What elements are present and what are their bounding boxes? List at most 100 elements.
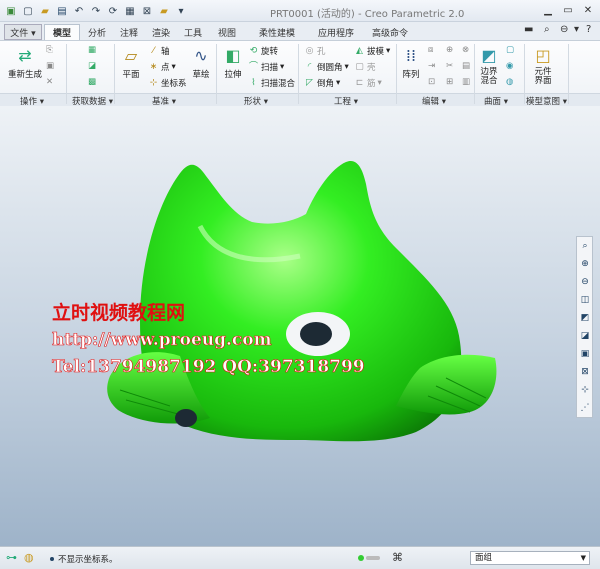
tab-tools[interactable]: 工具 [178, 24, 208, 40]
minimize-button[interactable]: ▁ [538, 3, 558, 18]
maximize-button[interactable]: ▭ [558, 3, 578, 18]
axis-button[interactable]: ⁄ 轴 [148, 45, 170, 58]
view-manager-icon[interactable]: ▣ [579, 348, 591, 360]
group-divider [568, 44, 569, 104]
search-icon[interactable]: ⌕ [544, 24, 550, 35]
close-button[interactable]: ✕ [578, 3, 598, 18]
refit-icon[interactable]: ⌕ [579, 240, 591, 252]
extrude-button[interactable]: ◧ 拉伸 [222, 44, 244, 81]
undo-icon[interactable]: ↶ [72, 4, 86, 18]
plane-button[interactable]: ▱ 平面 [120, 44, 142, 81]
folder-icon[interactable]: ▰ [157, 4, 171, 18]
customize-toolbar-icon[interactable]: ▾ [174, 4, 188, 18]
delete-icon[interactable]: ✕ [46, 77, 53, 87]
tab-analysis[interactable]: 分析 [82, 24, 112, 40]
app-icon[interactable]: ▣ [4, 4, 18, 18]
thicken-icon[interactable]: ▤ [462, 61, 470, 71]
point-label: 点 [161, 63, 170, 73]
display-style-icon[interactable]: ◩ [579, 312, 591, 324]
tab-model[interactable]: 模型 [44, 24, 80, 40]
3d-model[interactable] [0, 106, 600, 546]
ribbon-group-labels: 操作 ▾ 获取数据 ▾ 基准 ▾ 形状 ▾ 工程 ▾ 编辑 ▾ 曲面 ▾ 模型意… [0, 93, 600, 107]
model-tree-toggle-icon[interactable]: ⊶ [6, 551, 17, 564]
boundary-blend-button[interactable]: ◩ 边界 混合 [478, 44, 500, 86]
shell-button[interactable]: ▢ 壳 [354, 61, 375, 74]
chevron-down-icon: ▼ [580, 554, 586, 562]
title-bar: ▣ ▢ ▰ ▤ ↶ ↷ ⟳ ▦ ⊠ ▰ ▾ PRT0001 (活动的) - Cr… [0, 0, 600, 22]
zoom-out-icon[interactable]: ⊖ [579, 276, 591, 288]
hole-label: 孔 [317, 47, 326, 57]
csys-button[interactable]: ⊹ 坐标系 [148, 77, 187, 90]
paste-icon[interactable]: ▣ [46, 61, 54, 71]
saved-orientations-icon[interactable]: ◪ [579, 330, 591, 342]
round-button[interactable]: ◜ 倒圆角 ▾ [304, 61, 349, 74]
datum-display-icon[interactable]: ⊹ [579, 384, 591, 396]
group-divider [114, 44, 115, 104]
sketch-button[interactable]: ∿ 草绘 [190, 44, 212, 81]
tab-applications[interactable]: 应用程序 [310, 24, 362, 40]
solidify-icon[interactable]: ▥ [462, 77, 470, 87]
draft-icon: ◭ [356, 45, 363, 56]
copy-geometry-icon[interactable]: ◪ [88, 61, 96, 71]
window-toggle-icon[interactable]: ▬ [524, 24, 533, 35]
status-message-text: 不显示坐标系。 [58, 555, 118, 565]
project-icon[interactable]: ⊡ [428, 77, 435, 87]
offset-icon[interactable]: ⊞ [446, 77, 453, 87]
mirror-icon[interactable]: ⧈ [428, 45, 433, 55]
tab-annotate[interactable]: 注释 [114, 24, 144, 40]
extend-icon[interactable]: ⇥ [428, 61, 435, 71]
component-interface-button[interactable]: ◰ 元件 界面 [532, 44, 554, 86]
help-icon[interactable]: ⊖ [560, 24, 568, 35]
draft-button[interactable]: ◭ 拔模 ▾ [354, 45, 390, 58]
redo-icon[interactable]: ↷ [89, 4, 103, 18]
intersect-icon[interactable]: ⊗ [462, 45, 469, 55]
annotation-display-icon[interactable]: ⋰ [579, 402, 591, 414]
revolve-button[interactable]: ⟲ 旋转 [248, 45, 278, 58]
save-icon[interactable]: ▤ [55, 4, 69, 18]
close-window-icon[interactable]: ⊠ [140, 4, 154, 18]
pattern-label: 阵列 [402, 70, 420, 80]
perspective-icon[interactable]: ⊠ [579, 366, 591, 378]
point-button[interactable]: ∗ 点 ▾ [148, 61, 176, 74]
new-file-icon[interactable]: ▢ [21, 4, 35, 18]
freestyle-icon[interactable]: ◍ [506, 77, 513, 87]
find-icon[interactable]: ⌘ [392, 551, 403, 564]
csys-label: 坐标系 [161, 79, 187, 89]
tab-view[interactable]: 视图 [212, 24, 242, 40]
sweep-button[interactable]: ⌒ 扫描 ▾ [248, 61, 284, 74]
zoom-in-icon[interactable]: ⊕ [579, 258, 591, 270]
graphics-window[interactable]: ⌕ ⊕ ⊖ ◫ ◩ ◪ ▣ ⊠ ⊹ ⋰ 立时视频教程网 http://www.p… [0, 106, 600, 546]
fill-icon[interactable]: ▢ [506, 45, 514, 55]
repaint-icon[interactable]: ◫ [579, 294, 591, 306]
tab-file[interactable]: 文件 ▾ [4, 24, 42, 40]
chamfer-button[interactable]: ◸ 倒角 ▾ [304, 77, 340, 90]
point-icon: ∗ [149, 61, 158, 72]
copy-icon[interactable]: ⎘ [46, 45, 53, 55]
tab-render[interactable]: 渲染 [146, 24, 176, 40]
merge-icon[interactable]: ⊕ [446, 45, 453, 55]
browser-toggle-icon[interactable]: ◍ [24, 551, 34, 564]
swept-blend-button[interactable]: ⌇ 扫描混合 [248, 77, 295, 90]
tab-advanced-commands[interactable]: 高级命令 [364, 24, 416, 40]
selection-filter[interactable]: 面组 ▼ [470, 551, 590, 565]
component-interface-icon: ◰ [535, 45, 551, 65]
tab-flexible-modeling[interactable]: 柔性建模 [246, 24, 308, 40]
plane-label: 平面 [122, 70, 140, 80]
regenerate-button[interactable]: ⇄ 重新生成 [8, 44, 42, 81]
pattern-button[interactable]: ⁞⁞ 阵列 [400, 44, 422, 81]
chamfer-label: 倒角 [317, 79, 335, 89]
user-defined-feature-icon[interactable]: ▦ [88, 45, 96, 55]
selection-filter-value: 面组 [475, 553, 493, 563]
axis-label: 轴 [161, 47, 170, 57]
options-icon[interactable]: ▾ [574, 24, 579, 35]
trim-icon[interactable]: ✂ [446, 61, 453, 71]
open-file-icon[interactable]: ▰ [38, 4, 52, 18]
shrinkwrap-icon[interactable]: ▩ [88, 77, 96, 87]
group-divider [524, 44, 525, 104]
hole-button[interactable]: ◎ 孔 [304, 45, 326, 58]
style-icon[interactable]: ◉ [506, 61, 513, 71]
regenerate-icon[interactable]: ⟳ [106, 4, 120, 18]
windows-icon[interactable]: ▦ [123, 4, 137, 18]
question-icon[interactable]: ? [586, 24, 591, 35]
rib-button[interactable]: ⊏ 筋 ▾ [354, 77, 382, 90]
